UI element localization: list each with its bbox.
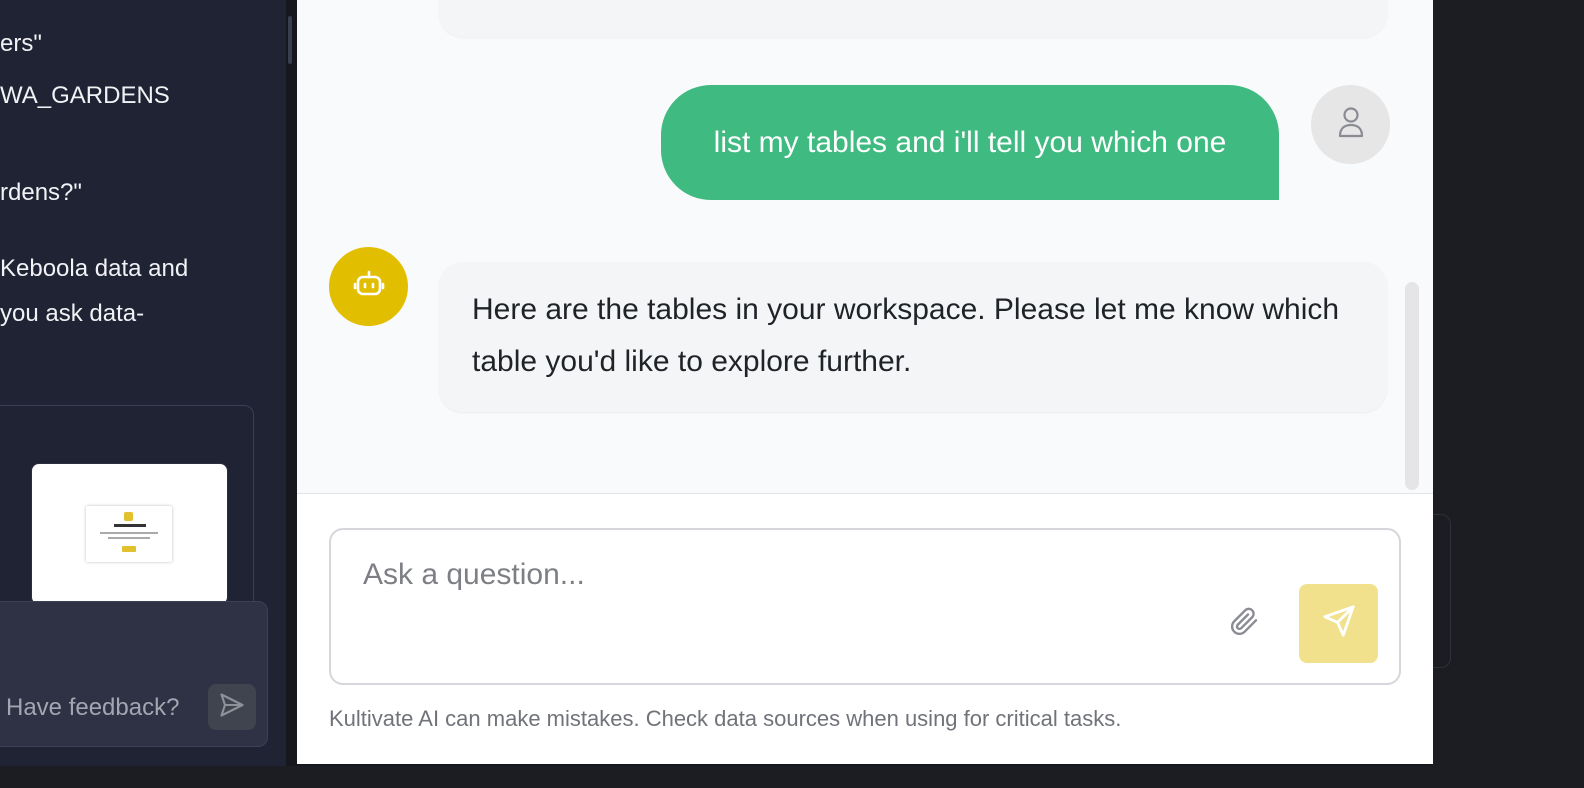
chat-scrollbar[interactable] xyxy=(1405,282,1419,490)
attach-button[interactable] xyxy=(1227,606,1261,640)
history-line: Keboola data and xyxy=(0,255,189,282)
feedback-send-button[interactable] xyxy=(208,684,256,730)
background-window xyxy=(1433,0,1584,788)
send-button[interactable] xyxy=(1299,584,1378,663)
history-line: ers" xyxy=(0,30,42,57)
feedback-input[interactable]: Have feedback? xyxy=(6,694,179,722)
robot-icon xyxy=(353,269,385,304)
sidebar: ers" WA_GARDENS rdens?" Keboola data and… xyxy=(0,0,286,766)
window-bottom-edge xyxy=(0,766,1584,788)
screenshot-thumbnail[interactable] xyxy=(31,463,228,605)
assistant-message-text: Here are the tables in your workspace. P… xyxy=(472,293,1340,378)
thumbnail-preview xyxy=(86,506,172,562)
user-avatar xyxy=(1311,85,1390,164)
background-window-frame xyxy=(1433,514,1451,668)
bot-avatar xyxy=(329,247,408,326)
history-line: rdens?" xyxy=(0,179,82,206)
history-line: WA_GARDENS xyxy=(0,82,170,109)
send-icon xyxy=(1322,604,1356,643)
user-icon xyxy=(1337,105,1365,144)
question-input-box xyxy=(329,528,1401,685)
sidebar-scrollbar[interactable] xyxy=(288,16,292,64)
paperclip-icon xyxy=(1228,605,1260,642)
question-input[interactable] xyxy=(363,558,1203,592)
user-message-bubble: list my tables and i'll tell you which o… xyxy=(661,85,1279,200)
assistant-message-bubble: Here are the tables in your workspace. P… xyxy=(439,262,1387,412)
input-panel: Kultivate AI can make mistakes. Check da… xyxy=(297,493,1433,764)
user-message-text: list my tables and i'll tell you which o… xyxy=(713,125,1227,159)
send-icon xyxy=(218,691,246,724)
disclaimer-text: Kultivate AI can make mistakes. Check da… xyxy=(329,706,1122,731)
chat-window: list my tables and i'll tell you which o… xyxy=(297,0,1433,764)
history-line: you ask data- xyxy=(0,300,145,327)
previous-message-bubble xyxy=(439,0,1387,37)
